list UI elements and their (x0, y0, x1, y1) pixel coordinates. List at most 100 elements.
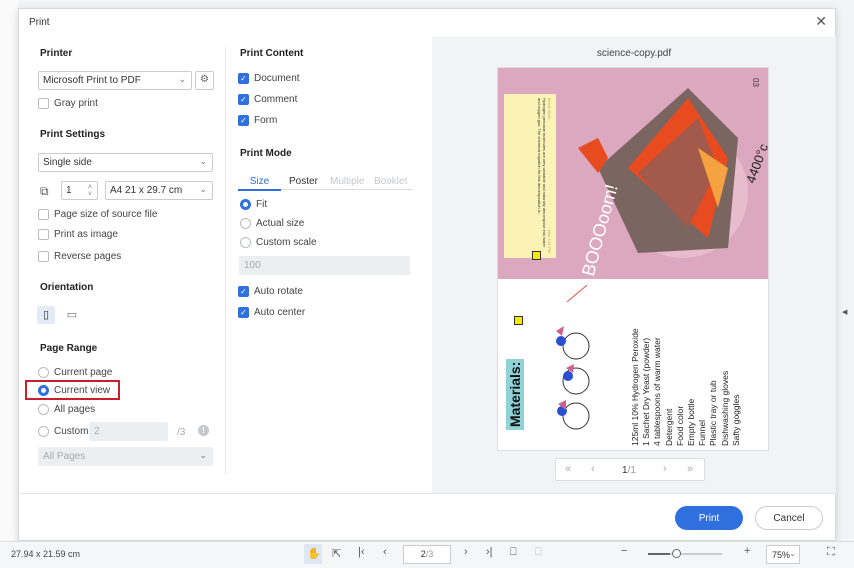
dialog-title: Print (29, 17, 50, 28)
arrow-drawing (566, 284, 588, 303)
checkbox-label: Auto rotate (254, 286, 303, 297)
print-dialog: Print ✕ Printer Microsoft Print to PDF ⌄ … (18, 8, 837, 541)
radio-label: Custom scale (256, 237, 317, 248)
radio-custom-scale[interactable]: Custom scale (240, 237, 317, 248)
radio-actual-size[interactable]: Actual size (240, 218, 304, 229)
comment-checkbox[interactable]: ✓ Comment (238, 94, 297, 105)
sides-value: Single side (43, 157, 92, 168)
zoom-slider-handle[interactable] (672, 549, 681, 558)
material-item: Safty goggles (730, 394, 741, 446)
next-page-icon[interactable]: › (663, 463, 667, 475)
select-tool-icon[interactable]: ⇱ (332, 547, 341, 560)
hand-tool-button[interactable]: ✋ (304, 544, 322, 564)
cancel-button[interactable]: Cancel (755, 506, 823, 530)
radio-label: Fit (256, 199, 268, 210)
page-subset-value: All Pages (43, 451, 86, 462)
note-marker-icon[interactable] (532, 251, 541, 260)
tab-poster[interactable]: Poster (289, 176, 318, 187)
radio-custom[interactable]: Custom (38, 426, 88, 437)
radio-current-page[interactable]: Current page (38, 367, 112, 378)
page-size-source-checkbox[interactable]: Page size of source file (38, 209, 157, 220)
scale-input: 100 (239, 256, 410, 275)
zoom-slider[interactable] (648, 549, 722, 558)
sides-select[interactable]: Single side ⌄ (38, 153, 213, 172)
sticky-note: Brook Wells Mon 4:11 PM Hydrogen peroxid… (504, 94, 556, 258)
rotate-page-icon[interactable]: ⎕ (510, 546, 517, 559)
info-icon[interactable]: ! (198, 425, 209, 436)
next-page-icon[interactable]: › (464, 546, 468, 558)
material-item: Funnel (697, 420, 708, 446)
radio-label: Custom (54, 426, 89, 437)
custom-range-input[interactable]: 2 (89, 422, 168, 441)
paper-size-select[interactable]: A4 21 x 29.7 cm ⌄ (105, 181, 213, 200)
reverse-pages-checkbox[interactable]: Reverse pages (38, 251, 121, 262)
zoom-slider-fill (648, 553, 671, 555)
checkbox-label: Form (254, 115, 278, 126)
tab-size[interactable]: Size (238, 176, 281, 191)
column-divider (225, 47, 226, 475)
fit-page-icon[interactable]: ⛶ (827, 546, 835, 559)
print-preview-panel: science-copy.pdf 03 4400°c BOOOoom! Broo… (432, 37, 836, 493)
radio-current-view[interactable]: Current view (38, 385, 110, 396)
note-author: Brook Wells (547, 98, 552, 120)
hand-icon: ✋ (307, 548, 321, 560)
stepper-arrows-icon[interactable]: ˄ ˅ (88, 184, 92, 198)
auto-rotate-checkbox[interactable]: ✓ Auto rotate (238, 286, 303, 297)
yeast-diagram (556, 326, 590, 430)
material-item: 4 tablespoons of warm water (652, 337, 663, 446)
auto-center-checkbox[interactable]: ✓ Auto center (238, 307, 305, 318)
last-page-icon[interactable]: ›| (486, 546, 493, 558)
document-checkbox[interactable]: ✓ Document (238, 73, 300, 84)
radio-fit[interactable]: Fit (240, 199, 267, 210)
page-range-heading: Page Range (40, 343, 98, 354)
copies-stepper[interactable]: 1 ˄ ˅ (61, 181, 98, 200)
chevron-down-icon: ⌄ (199, 450, 207, 460)
print-as-image-checkbox[interactable]: Print as image (38, 229, 118, 240)
portrait-icon: ▯ (42, 309, 50, 321)
chevron-down-icon: ⌄ (178, 74, 186, 84)
landscape-orientation-button[interactable]: ▭ (63, 306, 81, 324)
first-page-icon[interactable]: « (565, 463, 571, 475)
materials-title: Materials: (506, 358, 524, 430)
material-item: Dishwashing gloves (719, 370, 730, 446)
page-number: 03 (751, 78, 760, 87)
zoom-in-icon[interactable]: + (744, 545, 750, 557)
prev-page-icon[interactable]: ‹ (591, 463, 595, 475)
expand-panel-icon[interactable]: ◀ (842, 308, 847, 316)
material-item: Plastic tray or tub (708, 380, 719, 446)
close-icon[interactable]: ✕ (815, 13, 827, 30)
print-button[interactable]: Print (675, 506, 743, 530)
zoom-out-icon[interactable]: − (621, 545, 627, 557)
copies-icon: ⧉ (40, 184, 49, 198)
checkbox-label: Reverse pages (54, 251, 122, 262)
zoom-select[interactable]: 75% ⌄ (766, 545, 800, 564)
note-marker-icon[interactable] (514, 316, 523, 325)
printer-settings-button[interactable]: ⚙ (195, 71, 214, 90)
page-subset-select: All Pages ⌄ (38, 447, 213, 466)
form-checkbox[interactable]: ✓ Form (238, 115, 277, 126)
portrait-orientation-button[interactable]: ▯ (37, 306, 55, 324)
prev-page-icon[interactable]: ‹ (383, 546, 387, 558)
printer-heading: Printer (40, 48, 73, 59)
page-size-readout: 27.94 x 21.59 cm (11, 549, 81, 559)
gear-icon: ⚙ (200, 74, 209, 85)
checkbox-label: Comment (254, 94, 298, 105)
material-item: Empty bottle (686, 398, 697, 446)
last-page-icon[interactable]: » (687, 463, 693, 475)
page-number-input[interactable]: 2/3 (403, 545, 451, 564)
first-page-icon[interactable]: |‹ (358, 546, 365, 558)
footer-divider (19, 493, 837, 494)
printer-select[interactable]: Microsoft Print to PDF ⌄ (38, 71, 192, 90)
crop-page-icon: ⎕ (535, 546, 542, 558)
print-mode-heading: Print Mode (240, 148, 292, 159)
page-illustration: 03 4400°c BOOOoom! Brook Wells Mon 4:11 … (498, 68, 768, 279)
radio-label: Actual size (256, 218, 305, 229)
tab-multiple: Multiple (330, 176, 365, 187)
radio-all-pages[interactable]: All pages (38, 404, 95, 415)
tab-booklet: Booklet (374, 176, 408, 187)
landscape-icon: ▭ (66, 309, 78, 321)
checkbox-label: Page size of source file (54, 209, 158, 220)
gray-print-checkbox[interactable]: Gray print (38, 98, 98, 109)
radio-label: Current view (54, 385, 111, 396)
printer-value: Microsoft Print to PDF (43, 75, 141, 86)
